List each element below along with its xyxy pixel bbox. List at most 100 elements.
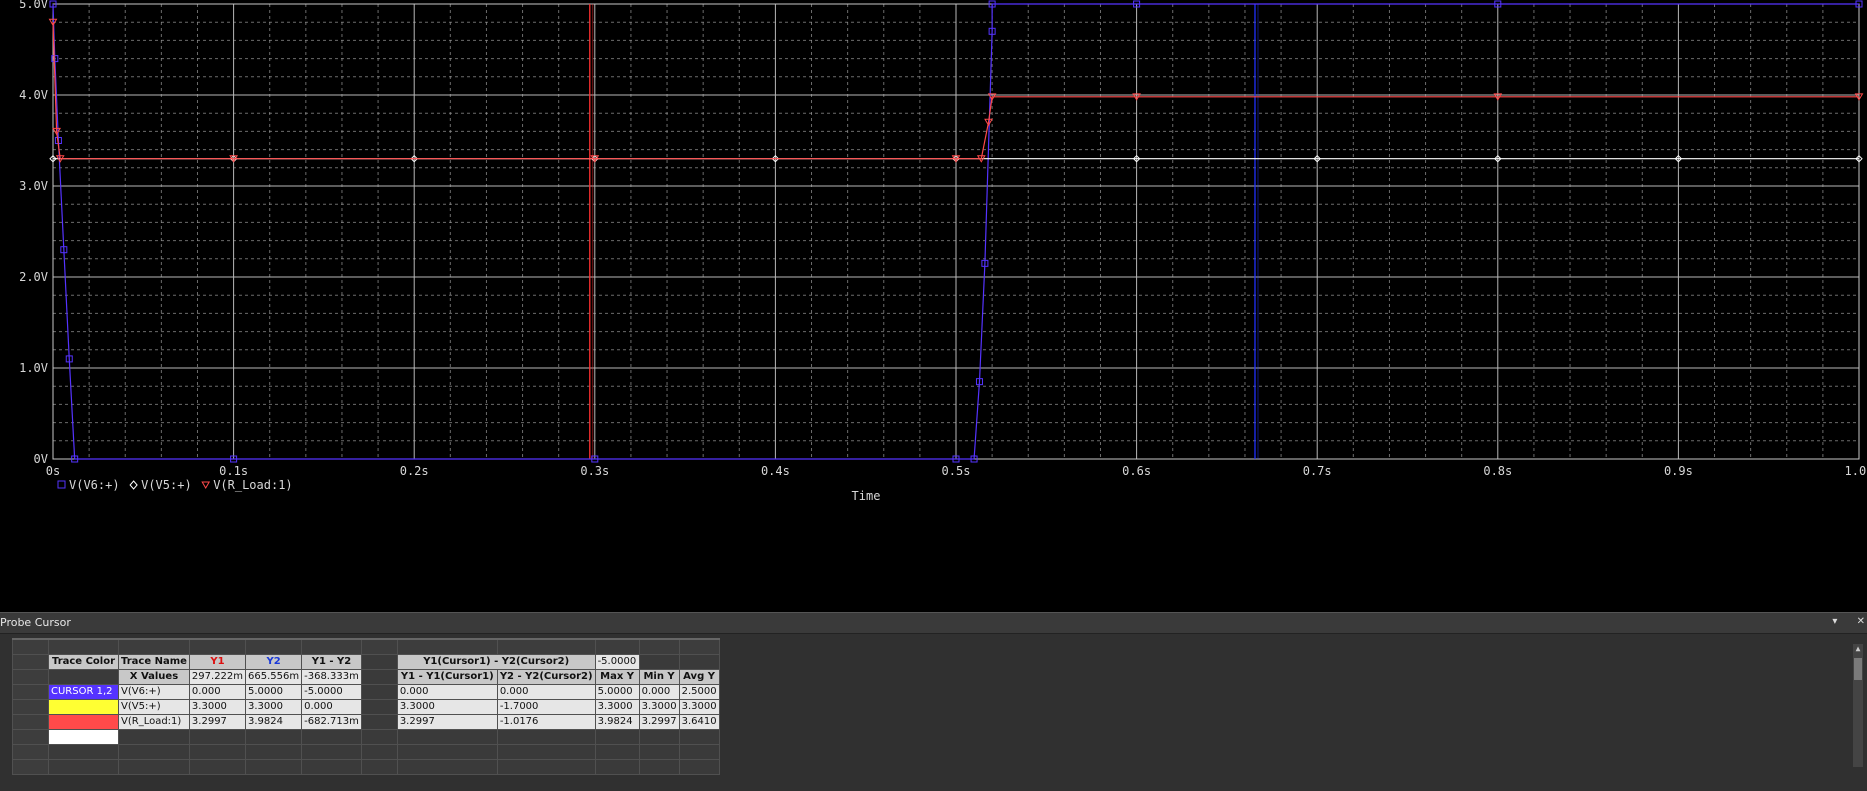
table-filler-row	[12, 759, 720, 775]
y1-y1-cursor1-value: 3.2997	[396, 714, 498, 730]
table-row[interactable]: CURSOR 1,2 V(V6:+) 0.000 5.0000 -5.0000 0.000…	[12, 684, 720, 700]
table-cell	[360, 744, 398, 760]
row-header[interactable]	[12, 654, 49, 670]
header-y1: Y1	[188, 654, 247, 670]
vertical-scrollbar[interactable]: ▲	[1853, 644, 1863, 767]
table-cell	[396, 744, 498, 760]
row-header[interactable]	[12, 714, 49, 730]
x-tick-label: 0s	[46, 464, 60, 478]
y2-y2-cursor2-value: -1.0176	[496, 714, 596, 730]
y1-value: 3.3000	[188, 699, 247, 715]
row-header[interactable]	[12, 744, 49, 760]
table-cell	[638, 744, 680, 760]
table-cell	[188, 744, 247, 760]
legend-entry[interactable]: V(V5:+)	[141, 478, 192, 492]
y-tick-label: 3.0V	[19, 179, 48, 193]
table-cell	[638, 638, 680, 655]
y1-value: 0.000	[188, 684, 247, 700]
table-cell	[48, 759, 119, 775]
probe-cursor-panel: Probe Cursor ▾ ✕ Trace Color Trace Name …	[0, 612, 1867, 791]
row-header[interactable]	[12, 669, 49, 685]
legend-entry[interactable]: V(R_Load:1)	[213, 478, 292, 492]
y2-value: 3.9824	[245, 714, 303, 730]
header-cursor-diff: Y1(Cursor1) - Y2(Cursor2)	[396, 654, 596, 670]
table-filler-row	[12, 744, 720, 760]
y2-value: 3.3000	[245, 699, 303, 715]
table-cell	[496, 744, 596, 760]
scroll-up-arrow-icon[interactable]: ▲	[1853, 644, 1863, 654]
table-cell	[118, 759, 190, 775]
y1-y2-value: -5.0000	[301, 684, 362, 700]
table-row[interactable]: V(V5:+) 3.3000 3.3000 0.000 3.3000 -1.7000 3.3…	[12, 699, 720, 715]
scrollbar-thumb[interactable]	[1854, 658, 1862, 680]
table-cell	[301, 744, 362, 760]
y2-y2-cursor2-value: 0.000	[496, 684, 596, 700]
x-tick-label: 0.6s	[1122, 464, 1151, 478]
table-cell	[360, 759, 398, 775]
header-y1-y2: Y1 - Y2	[301, 654, 362, 670]
table-cell	[360, 654, 398, 670]
row-header[interactable]	[12, 729, 49, 745]
y1-value	[188, 729, 247, 745]
min-y-value	[638, 729, 680, 745]
trace-name: V(V6:+)	[118, 684, 190, 700]
table-cell	[118, 638, 190, 655]
y1-value: 3.2997	[188, 714, 247, 730]
table-cell	[396, 759, 498, 775]
table-cell	[245, 638, 303, 655]
row-header[interactable]	[12, 759, 49, 775]
x-value-y1: 297.222m	[188, 669, 247, 685]
trace-color-swatch	[48, 699, 119, 715]
y-tick-label: 5.0V	[19, 0, 48, 11]
max-y-value: 5.0000	[594, 684, 640, 700]
table-cell	[301, 759, 362, 775]
x-value-y2: 665.556m	[245, 669, 303, 685]
x-tick-label: 0.7s	[1303, 464, 1332, 478]
x-axis-label: Time	[852, 489, 881, 503]
x-tick-label: 0.8s	[1483, 464, 1512, 478]
min-y-value: 3.3000	[638, 699, 680, 715]
row-header[interactable]	[12, 684, 49, 700]
table-cell	[678, 638, 720, 655]
y2-value: 5.0000	[245, 684, 303, 700]
panel-close-button[interactable]: ✕	[1857, 616, 1865, 627]
table-cell	[245, 744, 303, 760]
table-cell	[594, 638, 640, 655]
table-row[interactable]	[12, 729, 720, 745]
header-min-y: Min Y	[638, 669, 680, 685]
trace-name: V(V5:+)	[118, 699, 190, 715]
trace-color-swatch	[48, 714, 119, 730]
avg-y-value	[678, 729, 720, 745]
legend-entry[interactable]: V(V6:+)	[69, 478, 120, 492]
panel-minimize-button[interactable]: ▾	[1832, 616, 1837, 627]
x-value-diff: -368.333m	[301, 669, 362, 685]
table-cell	[360, 638, 398, 655]
table-top-row	[12, 638, 720, 655]
table-subheader-row: X Values 297.222m 665.556m -368.333m Y1 …	[12, 669, 720, 685]
waveform-plot[interactable]: 0s 0.1s 0.2s 0.3s 0.4s 0.5s 0.6s 0.7s 0.8s 0.9s 1.…	[0, 0, 1867, 598]
table-cell	[360, 714, 398, 730]
max-y-value	[594, 729, 640, 745]
y-tick-label: 2.0V	[19, 270, 48, 284]
table-cell	[360, 699, 398, 715]
y2-y2-cursor2-value	[496, 729, 596, 745]
table-cell	[188, 759, 247, 775]
table-cell	[360, 729, 398, 745]
header-y2-y2c2: Y2 - Y2(Cursor2)	[496, 669, 596, 685]
max-y-value: 3.9824	[594, 714, 640, 730]
header-max-y: Max Y	[594, 669, 640, 685]
probe-table: Trace Color Trace Name Y1 Y2 Y1 - Y2 Y1(…	[12, 638, 720, 775]
header-y1-y1c1: Y1 - Y1(Cursor1)	[396, 669, 498, 685]
header-trace-color: Trace Color	[48, 654, 119, 670]
trace-color-swatch: CURSOR 1,2	[48, 684, 119, 700]
table-cell	[188, 638, 247, 655]
row-header[interactable]	[12, 699, 49, 715]
plot-svg[interactable]: 0s 0.1s 0.2s 0.3s 0.4s 0.5s 0.6s 0.7s 0.8s 0.9s 1.…	[0, 0, 1867, 598]
x-tick-label: 0.1s	[219, 464, 248, 478]
y1-y2-value: 0.000	[301, 699, 362, 715]
table-row[interactable]: V(R_Load:1) 3.2997 3.9824 -682.713m 3.2997 -1…	[12, 714, 720, 730]
trace-color-swatch	[48, 729, 119, 745]
y-tick-label: 0V	[34, 452, 48, 466]
avg-y-value: 3.6410	[678, 714, 720, 730]
table-cell	[48, 669, 119, 685]
